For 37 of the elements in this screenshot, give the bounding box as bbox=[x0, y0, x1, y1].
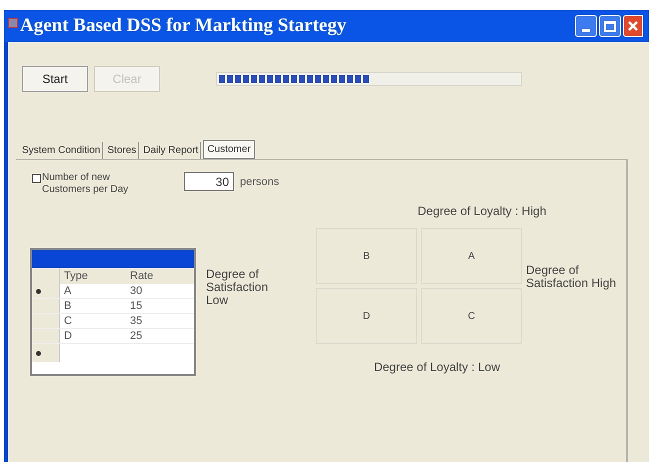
quadrant-cell: B bbox=[316, 228, 417, 284]
table-cell-text: 25 bbox=[129, 328, 144, 344]
tab[interactable]: Stores bbox=[105, 142, 140, 159]
axis-label: Degree of Satisfaction Low bbox=[206, 268, 270, 309]
maximize-button[interactable] bbox=[599, 15, 621, 37]
row-header[interactable] bbox=[32, 344, 60, 362]
close-button[interactable] bbox=[623, 15, 643, 37]
axis-label: Degree of Loyalty : High bbox=[418, 203, 546, 220]
table-cell-text: D bbox=[63, 328, 73, 344]
action-button[interactable]: Start bbox=[22, 66, 88, 92]
table-cell-text: 15 bbox=[129, 298, 144, 314]
column-header: Type bbox=[63, 268, 89, 284]
window-title: Agent Based DSS for Markting Startegy bbox=[20, 14, 346, 38]
checkbox[interactable] bbox=[32, 174, 41, 183]
table-cell-text: 30 bbox=[129, 284, 144, 299]
current-row-icon bbox=[36, 288, 41, 294]
tab[interactable]: Customer bbox=[203, 140, 255, 159]
quadrant-cell: A bbox=[421, 228, 522, 284]
table-cell-text: 35 bbox=[129, 314, 144, 329]
tab[interactable]: Daily Report bbox=[141, 142, 202, 159]
quadrant-cell: D bbox=[316, 288, 417, 344]
table-cell-text: C bbox=[63, 314, 73, 329]
number-input[interactable]: 30 bbox=[184, 172, 234, 191]
table-cell-text: A bbox=[63, 284, 72, 299]
minimize-button[interactable] bbox=[575, 15, 597, 37]
quadrant-cell: C bbox=[421, 288, 522, 344]
unit-label: persons bbox=[240, 175, 280, 190]
column-header: Rate bbox=[129, 268, 154, 284]
tab[interactable]: System Condition bbox=[20, 142, 104, 159]
checkbox-label: Number of new Customers per Day bbox=[42, 172, 130, 196]
close-icon bbox=[627, 20, 639, 32]
app-icon bbox=[8, 18, 18, 28]
axis-label: Degree of Loyalty : Low bbox=[374, 359, 500, 376]
new-row-icon bbox=[36, 350, 41, 356]
axis-label: Degree of Satisfaction High bbox=[526, 264, 618, 290]
table-cell-text: B bbox=[63, 298, 72, 314]
row-header[interactable] bbox=[32, 284, 60, 298]
